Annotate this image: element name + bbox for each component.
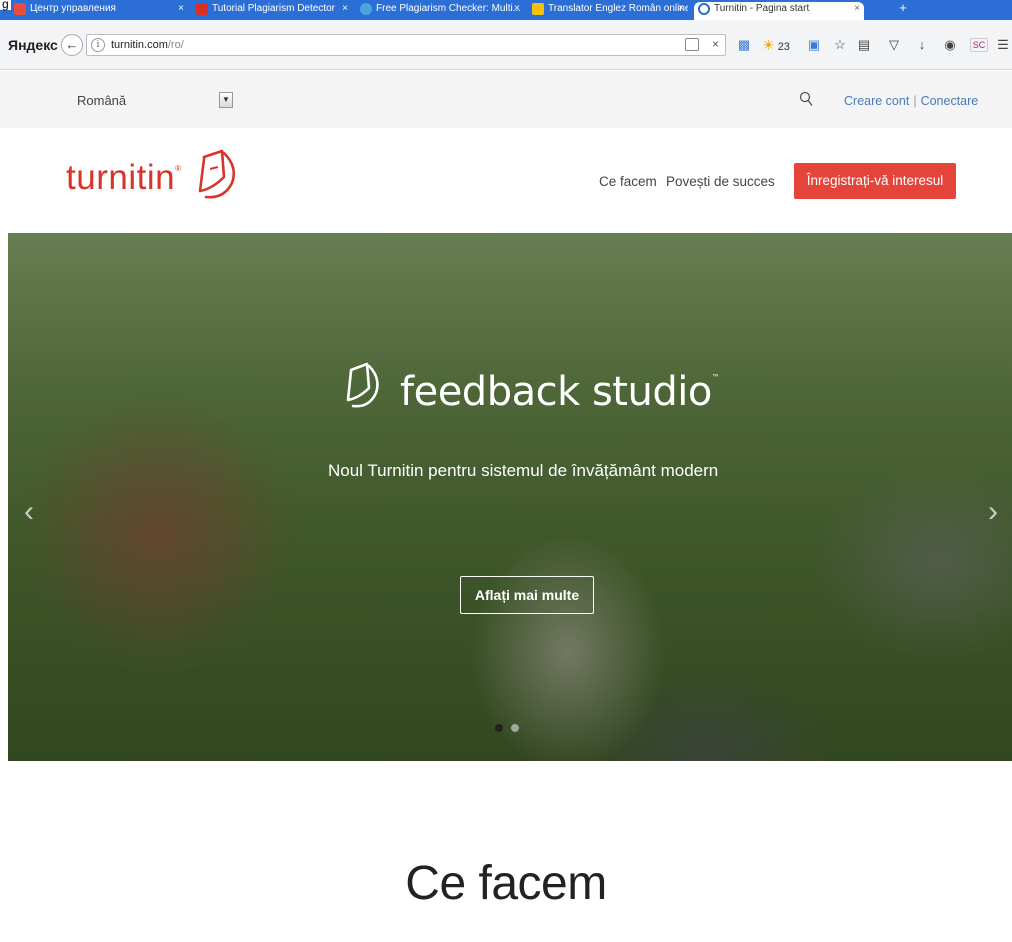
extension-icon[interactable]: ▩ bbox=[736, 36, 752, 54]
reading-list-icon[interactable]: ▤ bbox=[856, 36, 872, 54]
browser-tab[interactable]: Центр управления × bbox=[10, 2, 188, 20]
loading-favicon-icon bbox=[698, 3, 710, 15]
carousel-dots bbox=[495, 719, 527, 737]
section-title: Ce facem bbox=[405, 857, 607, 910]
turnitin-logo[interactable]: turnitin® bbox=[66, 158, 181, 198]
logo-text-part: turn bbox=[66, 158, 129, 197]
carousel-dot[interactable] bbox=[495, 724, 503, 732]
link-separator: | bbox=[913, 94, 917, 108]
carousel-next-arrow-icon[interactable]: › bbox=[988, 495, 998, 529]
tab-close-icon[interactable]: × bbox=[678, 2, 684, 16]
language-select-chevron-icon[interactable]: ▼ bbox=[219, 92, 233, 108]
url-host: turnitin.com bbox=[111, 39, 168, 51]
sun-icon: ☀ bbox=[762, 37, 775, 53]
weather-temp: 23 bbox=[777, 41, 790, 53]
tab-title: Free Plagiarism Checker: Multi... bbox=[376, 3, 522, 14]
carousel-dot[interactable] bbox=[511, 724, 519, 732]
star-icon[interactable]: ☆ bbox=[832, 36, 848, 54]
tab-title: Центр управления bbox=[30, 3, 116, 14]
yandex-favicon-icon bbox=[14, 3, 26, 15]
hero-trademark: ™ bbox=[711, 373, 720, 382]
carousel-prev-arrow-icon[interactable]: ‹ bbox=[24, 495, 34, 529]
account-links: Creare cont | Conectare bbox=[844, 94, 978, 108]
register-interest-button[interactable]: Înregistrați-vă interesul bbox=[794, 163, 956, 199]
sc-extension-icon[interactable]: SC bbox=[970, 38, 988, 52]
browser-tab-strip: Центр управления × Tutorial Plagiarism D… bbox=[0, 0, 1012, 20]
new-tab-button[interactable]: + bbox=[895, 1, 911, 15]
weather-widget[interactable]: ☀ 23 bbox=[758, 36, 794, 54]
turnitin-logo-mark-icon bbox=[198, 149, 236, 199]
top-utility-bar: Română ▼ Creare cont | Conectare bbox=[0, 71, 1012, 128]
site-header: turnitin® Ce facem Povești de succes Înr… bbox=[0, 128, 1012, 233]
browser-tab[interactable]: Tutorial Plagiarism Detector × bbox=[192, 2, 352, 20]
tab-close-icon[interactable]: × bbox=[514, 2, 520, 16]
chat-icon[interactable]: ◉ bbox=[942, 36, 958, 54]
tab-title: Translator Englez Român online bbox=[548, 3, 688, 14]
hero-title: feedback studio™ bbox=[400, 369, 720, 415]
pocket-icon[interactable]: ▽ bbox=[886, 36, 902, 54]
browser-toolbar: Яндекс ← i turnitin.com/ro/ × ▩ ☀ 23 ▣ ☆… bbox=[0, 20, 1012, 70]
feedback-studio-logo-icon bbox=[346, 362, 379, 408]
browser-tab-active[interactable]: Turnitin - Pagina start × bbox=[694, 2, 864, 20]
logo-text-part: tin bbox=[136, 158, 176, 197]
yandex-brand[interactable]: Яндекс bbox=[8, 37, 58, 53]
youtube-favicon-icon bbox=[196, 3, 208, 15]
browser-tab[interactable]: Translator Englez Român online × bbox=[528, 2, 688, 20]
tab-close-icon[interactable]: × bbox=[342, 2, 348, 16]
nav-what-we-do[interactable]: Ce facem bbox=[599, 174, 657, 189]
browser-tab[interactable]: Free Plagiarism Checker: Multi... × bbox=[356, 2, 524, 20]
create-account-link[interactable]: Creare cont bbox=[844, 94, 909, 108]
info-icon[interactable]: i bbox=[91, 38, 105, 52]
globe-favicon-icon bbox=[360, 3, 372, 15]
reader-mode-icon[interactable] bbox=[685, 38, 699, 51]
search-icon[interactable] bbox=[799, 91, 813, 107]
tab-close-icon[interactable]: × bbox=[854, 2, 860, 16]
menu-icon[interactable]: ☰ bbox=[996, 36, 1010, 54]
bookmark-manager-icon[interactable]: ▣ bbox=[806, 36, 822, 54]
language-label[interactable]: Română bbox=[77, 93, 126, 108]
login-link[interactable]: Conectare bbox=[921, 94, 979, 108]
translator-favicon-icon bbox=[532, 3, 544, 15]
logo-registered-mark: ® bbox=[175, 164, 182, 173]
tab-title: Tutorial Plagiarism Detector bbox=[212, 3, 336, 14]
download-icon[interactable]: ↓ bbox=[914, 36, 930, 54]
url-text[interactable]: turnitin.com/ro/ bbox=[111, 39, 184, 51]
back-arrow-icon[interactable]: ← bbox=[61, 34, 83, 56]
nav-success-stories[interactable]: Povești de succes bbox=[666, 174, 775, 189]
clear-url-icon[interactable]: × bbox=[712, 37, 719, 51]
logo-text-part: i bbox=[128, 158, 137, 197]
corner-text: g bbox=[0, 0, 11, 11]
hero-subtitle: Noul Turnitin pentru sistemul de învățăm… bbox=[328, 461, 719, 480]
url-path: /ro/ bbox=[167, 39, 184, 51]
tab-title: Turnitin - Pagina start bbox=[714, 3, 810, 14]
learn-more-button[interactable]: Aflați mai multe bbox=[460, 576, 594, 614]
hero-title-text: feedback studio bbox=[400, 369, 712, 415]
hero-banner: feedback studio™ Noul Turnitin pentru si… bbox=[8, 233, 1012, 761]
tab-close-icon[interactable]: × bbox=[178, 2, 184, 16]
address-bar[interactable]: i turnitin.com/ro/ × bbox=[86, 34, 726, 56]
